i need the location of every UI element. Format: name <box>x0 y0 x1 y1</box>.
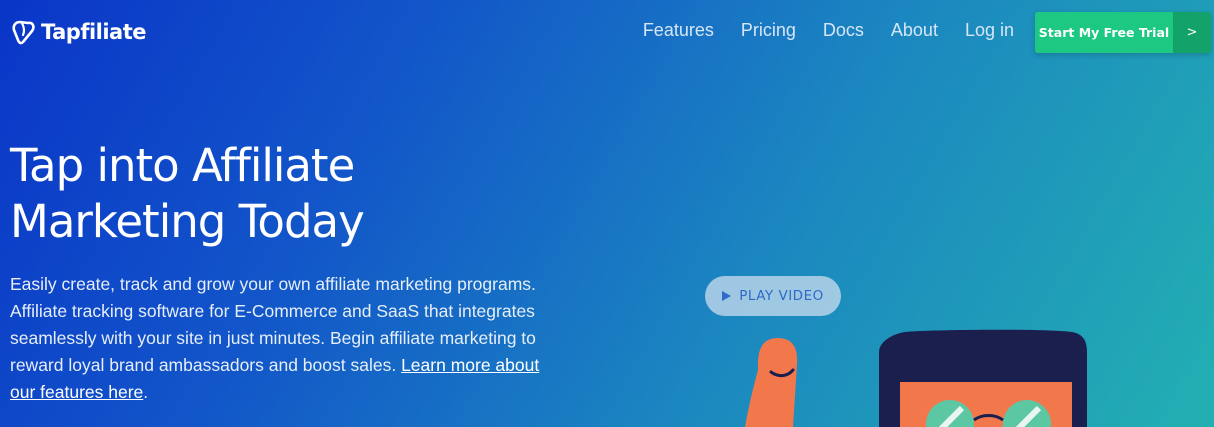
main-nav: Features Pricing Docs About Log in <box>643 20 1014 41</box>
hero-title-line-1: Tap into Affiliate <box>10 139 355 192</box>
nav-docs[interactable]: Docs <box>823 20 864 41</box>
nav-features[interactable]: Features <box>643 20 714 41</box>
play-icon <box>722 291 732 301</box>
pointing-finger <box>745 338 798 427</box>
tapfiliate-logo-icon <box>12 20 35 45</box>
nav-login[interactable]: Log in <box>965 20 1014 41</box>
play-video-button[interactable]: PLAY VIDEO <box>705 276 841 316</box>
hero-title: Tap into Affiliate Marketing Today <box>10 138 430 250</box>
nav-pricing[interactable]: Pricing <box>741 20 796 41</box>
hero-description-suffix: . <box>143 382 149 402</box>
play-video-label: PLAY VIDEO <box>739 288 824 304</box>
logo-text: Tapfiliate <box>41 20 147 44</box>
start-free-trial-label: Start My Free Trial <box>1035 12 1173 53</box>
hero-description: Easily create, track and grow your own a… <box>10 271 550 406</box>
nav-about[interactable]: About <box>891 20 938 41</box>
start-free-trial-arrow: > <box>1173 12 1211 53</box>
hero-illustration <box>745 329 1087 427</box>
site-header: Tapfiliate Features Pricing Docs About L… <box>0 0 1214 64</box>
logo[interactable]: Tapfiliate <box>11 16 147 48</box>
start-free-trial-button[interactable]: Start My Free Trial > <box>1035 12 1211 53</box>
hero-title-line-2: Marketing Today <box>10 195 365 248</box>
